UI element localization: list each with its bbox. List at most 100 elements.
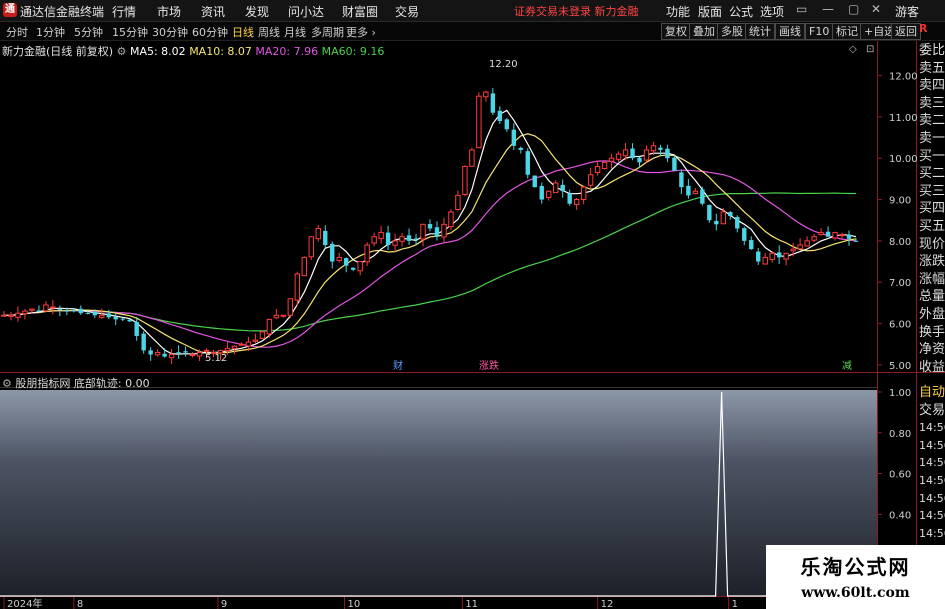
candle-body-down [490, 93, 496, 113]
tab-60min[interactable]: 60分钟 [192, 24, 228, 40]
side-lower-7: 14:56 [919, 509, 945, 523]
indicator-value: 底部轨迹: 0.00 [73, 377, 150, 390]
main-yaxis: 12.00 11.00 10.00 9.00 8.00 7.00 6.00 5.00 [877, 72, 918, 372]
event-marker[interactable]: 涨跌 [479, 359, 499, 372]
draw-line-button[interactable]: 画线 [775, 23, 805, 40]
main-ytick-label: 6.00 [889, 320, 911, 331]
sub-ytick-label: 0.40 [889, 510, 911, 521]
sub-pane-bg [0, 390, 877, 596]
candle-body-down [78, 308, 84, 314]
date-tick-label: 8 [77, 599, 83, 609]
adjust-button[interactable]: 复权 [661, 23, 691, 40]
finance-marker[interactable]: 财 [393, 359, 403, 372]
tab-multi-period[interactable]: 多周期 [311, 24, 344, 40]
date-tick-label: 2024年 [7, 597, 42, 609]
candle-body-up [43, 304, 49, 312]
menu-item-discover[interactable]: 发现 [245, 3, 269, 20]
side-lower-0[interactable]: 自动 [919, 384, 945, 402]
menu-item-formula[interactable]: 公式 [729, 3, 753, 20]
sub-yaxis: 1.00 0.80 0.60 0.40 [877, 388, 911, 521]
tab-weekly[interactable]: 周线 [258, 24, 280, 40]
indicator-name[interactable]: 股朋指标网 [15, 377, 70, 390]
sub-ytick-label: 0.60 [889, 470, 911, 481]
side-label-5: 卖一 [919, 131, 945, 146]
candle-body-up [294, 273, 301, 301]
menu-item-function[interactable]: 功能 [666, 3, 690, 20]
indicator-settings-icon[interactable]: ⚙ [2, 377, 12, 390]
menu-item-news[interactable]: 资讯 [201, 3, 225, 20]
candle-body-down [323, 230, 328, 245]
trade-login-warning[interactable]: 证券交易未登录 新力金融 [514, 3, 639, 19]
side-label-11: 现价 [919, 236, 945, 252]
tab-more[interactable]: 更多 › [346, 24, 376, 40]
reduce-marker[interactable]: 减 [842, 360, 852, 372]
tab-monthly[interactable]: 月线 [284, 24, 306, 40]
candle-body-down [162, 353, 167, 357]
date-tick-label: 9 [221, 599, 227, 609]
candle-body-up [189, 354, 196, 357]
mark-button[interactable]: 标记 [832, 23, 862, 40]
ma60-label: MA60: 9.16 [321, 45, 385, 58]
date-tick-label: 12 [601, 599, 614, 609]
candle-body-down [36, 310, 42, 312]
main-ytick-label: 9.00 [889, 196, 911, 207]
menu-item-market[interactable]: 市场 [157, 3, 181, 20]
candle-body-down [749, 240, 754, 250]
menu-item-trade[interactable]: 交易 [395, 3, 419, 20]
guest-user[interactable]: 游客 [895, 3, 919, 20]
candle-body-down [714, 220, 719, 225]
candle-body-up [573, 199, 580, 205]
ma5-label: MA5: 8.02 [129, 45, 186, 58]
candle-body-up [99, 314, 105, 318]
diamond-icon[interactable]: ◇ [849, 44, 857, 55]
minimize-icon[interactable]: — [822, 2, 834, 16]
tab-15min[interactable]: 15分钟 [112, 24, 148, 40]
candle-body-up [594, 165, 601, 174]
date-axis: 2024年 8 9 10 11 12 1 [3, 596, 738, 609]
multi-stock-button[interactable]: 多股 [717, 23, 747, 40]
candle-body-up [315, 227, 321, 240]
tab-1min[interactable]: 1分钟 [36, 24, 65, 40]
menu-item-quotes[interactable]: 行情 [112, 3, 136, 20]
tab-intraday[interactable]: 分时 [6, 24, 28, 40]
settings-icon[interactable]: ⚙ [117, 45, 127, 58]
candle-body-up [238, 343, 245, 346]
candle-body-down [127, 319, 132, 322]
tab-5min[interactable]: 5分钟 [74, 24, 103, 40]
tab-daily[interactable]: 日线 [232, 24, 254, 40]
main-ytick-label: 5.00 [889, 361, 911, 372]
date-tick-label: 11 [465, 599, 478, 609]
menu-item-wealth[interactable]: 财富圈 [342, 3, 378, 20]
collapse-icon[interactable]: ⊡ [866, 44, 874, 55]
side-lower-1[interactable]: 交易 [919, 402, 945, 420]
candle-body-up [441, 223, 447, 238]
menu-item-layout[interactable]: 版面 [698, 3, 722, 20]
candle-body-up [608, 157, 615, 162]
menu-item-ask[interactable]: 问小达 [288, 3, 324, 20]
restore-icon[interactable]: ▭ [796, 2, 807, 16]
main-ytick-label: 8.00 [889, 237, 911, 248]
side-lower-4: 14:56 [919, 456, 945, 470]
candle-body-down [497, 110, 503, 121]
side-label-9: 买四 [919, 201, 945, 217]
stats-button[interactable]: 统计 [745, 23, 775, 40]
back-button[interactable]: 返回 [891, 23, 921, 40]
f10-button[interactable]: F10 [805, 23, 834, 40]
sub-ytick-label: 0.80 [889, 429, 911, 440]
candle-body-down [853, 240, 859, 242]
maximize-icon[interactable]: ▢ [848, 2, 859, 16]
side-label-6: 买一 [919, 148, 945, 164]
candle-body-down [742, 228, 747, 241]
candle-body-down [539, 185, 544, 200]
menu-item-options[interactable]: 选项 [760, 3, 784, 20]
candle-body-up [692, 190, 699, 195]
stock-name[interactable]: 新力金融(日线 前复权) [2, 45, 113, 58]
tab-30min[interactable]: 30分钟 [152, 24, 188, 40]
kline-chart[interactable]: 12.0011.0010.009.008.007.006.005.00 1.00… [0, 41, 945, 609]
candle-body-up [15, 312, 21, 318]
side-lower-6: 14:56 [919, 491, 945, 505]
close-icon[interactable]: ✕ [871, 2, 881, 16]
ma20-label: MA20: 7.96 [255, 45, 319, 58]
overlay-button[interactable]: 叠加 [689, 23, 719, 40]
candle-body-up [811, 236, 817, 241]
